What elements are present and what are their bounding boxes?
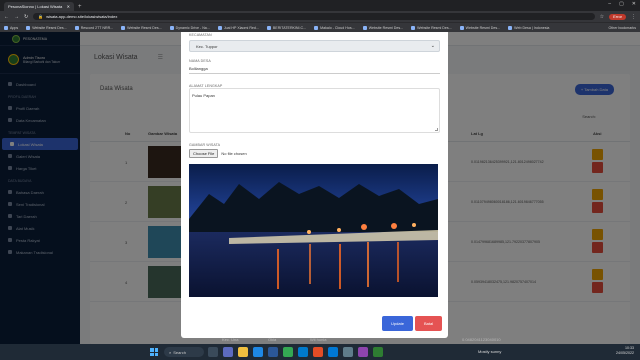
nama-desa-input[interactable]: Bolilangga [189,66,208,71]
file-status: No file chosen [221,151,247,156]
close-tab-icon[interactable]: ✕ [67,4,70,9]
bookmark[interactable]: Rescord 2TT NRR... [74,25,113,30]
close-window-icon[interactable]: ✕ [632,1,636,7]
kecamatan-select[interactable]: Kec. Tuppor ⌄ [189,40,440,52]
gambar-label: GAMBAR WISATA [189,143,221,147]
profile-button[interactable]: Error [609,13,626,20]
bookmark-icon [74,25,79,30]
bookmark-icon [459,25,464,30]
bookmark-icon [411,25,416,30]
bookmarks-bar: Apps Website Resmi Des... Rescord 2TT NR… [0,22,640,32]
taskbar-search[interactable]: ⌕ Search [164,347,204,357]
bookmark-icon [4,25,8,30]
kecamatan-label: KECAMATAN [189,33,212,37]
taskbar: ⌕ Search Mostly sunny 10:33 24/05/2022 [0,344,640,360]
bookmark[interactable]: Website Resmi Des... [362,25,403,30]
choose-file-button[interactable]: Choose File [189,149,219,158]
input-underline [189,73,440,74]
lock-icon: 🔒 [38,14,44,19]
windows-start-icon[interactable] [150,348,158,356]
forward-icon[interactable]: → [14,14,19,20]
chrome-icon[interactable] [283,347,293,357]
bookmark-icon [362,25,367,30]
back-icon[interactable]: ← [4,14,9,20]
bookmark-icon [508,25,513,30]
edge-icon[interactable] [253,347,263,357]
bookmark[interactable]: Makalo - Cloud Hos... [314,25,355,30]
bookmark-icon [266,25,271,30]
maximize-icon[interactable]: ▢ [619,1,624,7]
update-button[interactable]: Update [382,316,413,331]
vscode-icon[interactable] [298,347,308,357]
bookmark[interactable]: Web Desa | Indonesia [508,25,549,30]
bookmark-icon [169,25,174,30]
bookmark-icon [121,25,126,30]
clock-date: 24/05/2022 [616,351,634,355]
peek-text: 0.0482041123040010 [462,337,501,342]
bookmark[interactable]: Website Resmi Des... [26,25,67,30]
browser-chrome: PesonaSionno | Lokasi Wisata ✕ + – ▢ ✕ ←… [0,0,640,32]
bookmark-icon [26,25,31,30]
task-view-icon[interactable] [208,347,218,357]
app-icon[interactable] [328,347,338,357]
menu-icon[interactable]: ⋮ [631,14,636,20]
file-input[interactable]: Choose File No file chosen [189,149,247,158]
bookmark[interactable]: Website Resmi Des... [121,25,162,30]
bookmark[interactable]: BERITATERKINI.C... [266,25,306,30]
edit-modal: KECAMATAN Kec. Tuppor ⌄ NAMA DESA Bolila… [181,32,448,338]
app-icon[interactable] [343,347,353,357]
other-bookmarks[interactable]: Other bookmarks [608,26,636,30]
new-tab-button[interactable]: + [78,4,82,10]
reload-icon[interactable]: ↻ [24,14,28,20]
nama-desa-label: NAMA DESA [189,59,211,63]
file-explorer-icon[interactable] [238,347,248,357]
store-icon[interactable] [268,347,278,357]
browser-tab[interactable]: PesonaSionno | Lokasi Wisata ✕ [4,2,74,11]
bookmark[interactable]: Apps [4,25,18,30]
tab-title: PesonaSionno | Lokasi Wisata [8,4,63,9]
window-controls: – ▢ ✕ [608,1,636,7]
tab-bar: PesonaSionno | Lokasi Wisata ✕ + [0,0,640,11]
cancel-button[interactable]: Batal [415,316,442,331]
app-icon[interactable] [373,347,383,357]
app-icon[interactable] [313,347,323,357]
preview-image [189,164,438,297]
weather-status[interactable]: Mostly sunny [478,349,501,354]
chat-icon[interactable] [223,347,233,357]
alamat-textarea[interactable]: Pulau Papan [189,88,440,133]
taskbar-apps [208,347,383,357]
address-bar[interactable]: 🔒 wisata.app-demo.site/lokasiwisata/inde… [33,13,595,20]
system-tray[interactable]: 10:33 24/05/2022 [616,346,634,356]
bookmark[interactable]: Jual HP Xiaomi Red... [217,25,259,30]
address-row: ← → ↻ 🔒 wisata.app-demo.site/lokasiwisat… [0,11,640,22]
app-icon[interactable] [358,347,368,357]
search-icon: ⌕ [169,349,172,355]
url-text: wisata.app-demo.site/lokasiwisata/index [46,14,118,19]
bookmark-icon [217,25,222,30]
resize-handle[interactable] [435,128,438,131]
bookmark[interactable]: Dynamic Drive - Na... [169,25,210,30]
star-icon[interactable]: ☆ [600,14,604,20]
bookmark-icon [314,25,319,30]
bookmark[interactable]: Website Resmi Des... [459,25,500,30]
minimize-icon[interactable]: – [608,1,611,7]
bookmark[interactable]: Website Resmi Des... [411,25,452,30]
chevron-down-icon: ⌄ [430,43,435,49]
